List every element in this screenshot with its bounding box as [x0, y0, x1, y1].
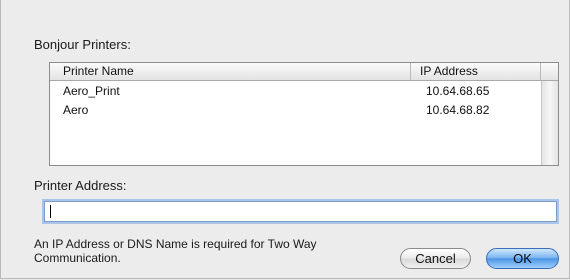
bonjour-printers-label: Bonjour Printers: — [34, 37, 131, 52]
column-header-ip-address[interactable]: IP Address — [411, 63, 541, 80]
add-printer-dialog: Bonjour Printers: Printer Name IP Addres… — [0, 0, 570, 279]
vertical-scrollbar[interactable] — [541, 81, 558, 165]
table-header: Printer Name IP Address — [50, 63, 558, 81]
printer-address-input[interactable] — [44, 201, 557, 222]
printer-address-label: Printer Address: — [34, 178, 127, 193]
ip-address-cell: 10.64.68.82 — [426, 103, 490, 117]
cancel-button[interactable]: Cancel — [400, 248, 471, 269]
printer-table: Printer Name IP Address Aero_Print 10.64… — [49, 62, 559, 166]
ip-address-cell: 10.64.68.65 — [426, 84, 490, 98]
printer-name-cell: Aero — [63, 103, 89, 117]
column-header-spacer — [541, 63, 558, 80]
column-header-printer-name[interactable]: Printer Name — [50, 63, 411, 80]
ok-button[interactable]: OK — [486, 248, 559, 269]
requirement-note: An IP Address or DNS Name is required fo… — [34, 237, 317, 265]
text-caret — [50, 205, 51, 218]
table-row[interactable]: Aero_Print 10.64.68.65 — [50, 82, 541, 100]
table-row[interactable]: Aero 10.64.68.82 — [50, 101, 541, 119]
printer-name-cell: Aero_Print — [63, 84, 120, 98]
